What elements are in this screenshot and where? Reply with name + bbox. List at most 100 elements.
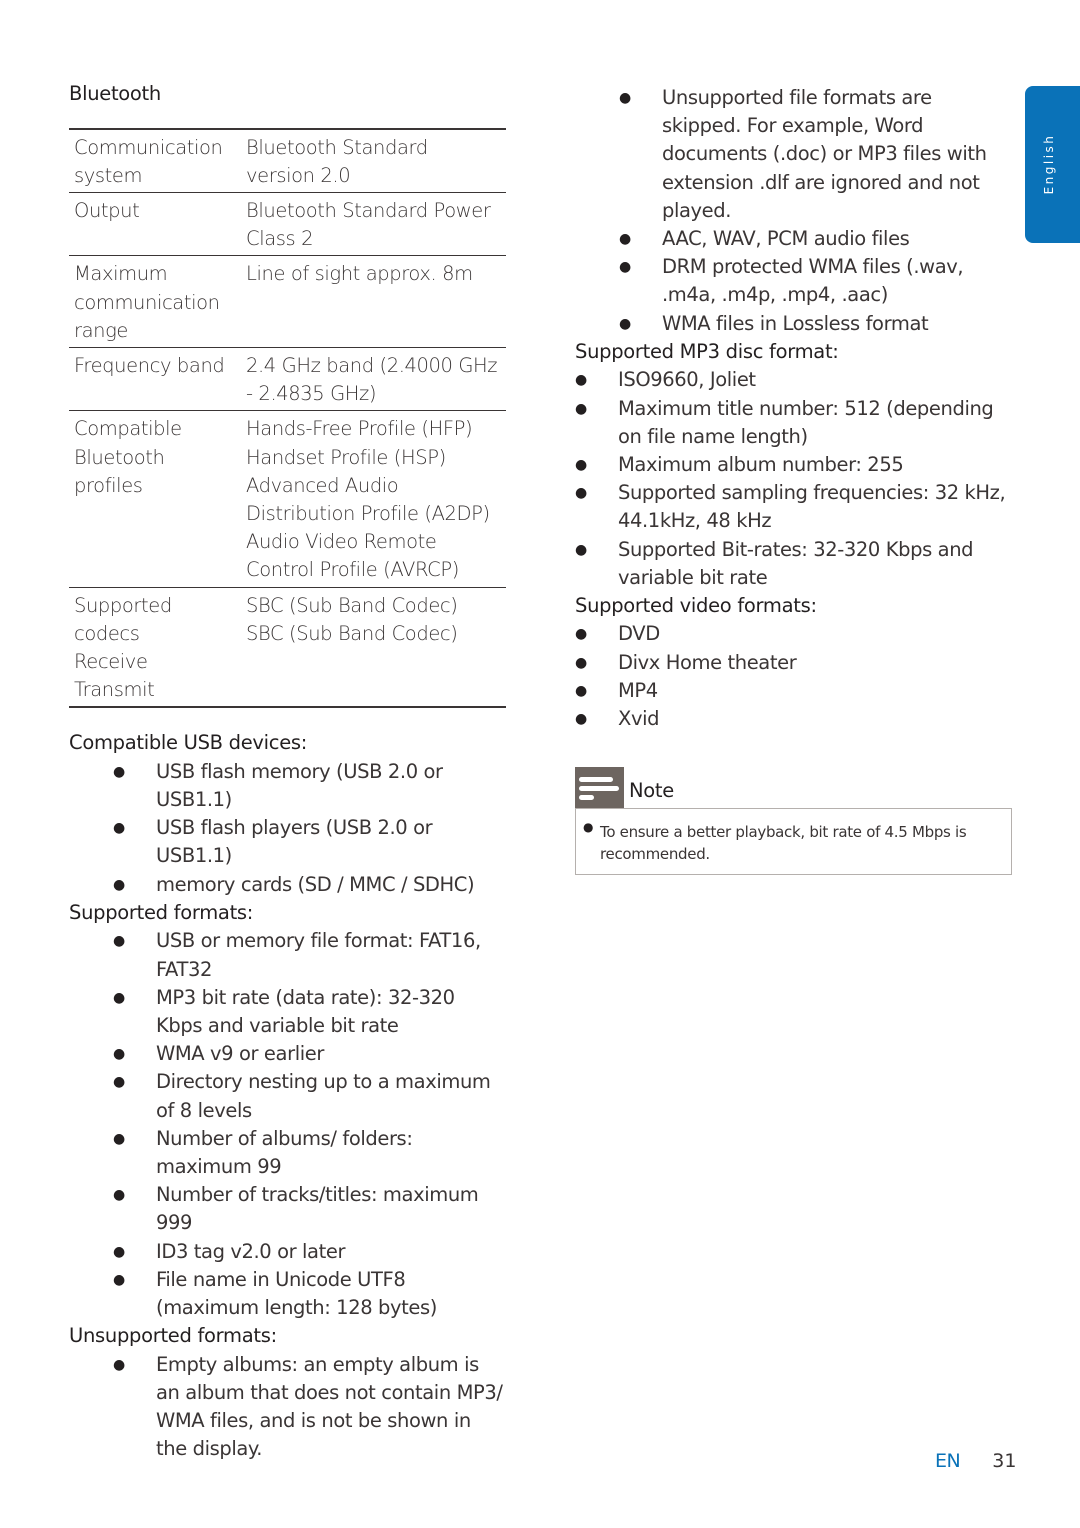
- bullet-icon: ●: [113, 1130, 125, 1147]
- list-item: ● WMA v9 or earlier: [69, 1040, 506, 1068]
- right-column: ● Unsupported file formats are skipped. F…: [575, 84, 1012, 876]
- list-item: ● DRM protected WMA files (.wav, .m4a, .m…: [619, 255, 964, 307]
- unsupported-formats-title: Unsupported formats:: [69, 1324, 277, 1348]
- list-item: ● Maximum album number: 255: [575, 451, 1012, 479]
- left-column: Bluetooth Communication system Bluetooth…: [69, 80, 506, 1464]
- note-box: Note ● To ensure a better playback, bit …: [575, 767, 1012, 876]
- table-row: Compatible Bluetooth profiles Hands-Free…: [69, 411, 506, 588]
- table-row: Frequency band 2.4 GHz band (2.4000 GHz …: [69, 347, 506, 411]
- list-item: ● MP3 bit rate (data rate): 32-320 Kbps a…: [113, 985, 455, 1037]
- video-formats-title: Supported video formats:: [575, 593, 817, 617]
- note-header: Note: [575, 767, 1012, 809]
- key-line: Transmit: [74, 678, 155, 702]
- usb-devices-title: Compatible USB devices:: [69, 731, 308, 755]
- profile-line: Audio Video Remote Control Profile (AVRC…: [246, 530, 459, 582]
- bullet-icon: ●: [113, 1271, 125, 1288]
- list-item: ● ISO9660, Joliet: [575, 366, 1012, 394]
- bullet-icon: ●: [575, 400, 587, 417]
- key-line: Receive: [74, 649, 148, 673]
- spec-key: Frequency band: [74, 353, 225, 377]
- codec-line: SBC (Sub Band Codec): [246, 593, 458, 617]
- bullet-icon: ●: [575, 654, 587, 671]
- supported-formats-section: Supported formats: ● USB or memory file f…: [69, 899, 506, 1322]
- spec-key: Maximum communication range: [74, 262, 220, 342]
- usb-devices-section: Compatible USB devices: ● USB flash memor…: [69, 729, 506, 899]
- profile-line: Handset Profile (HSP): [246, 445, 446, 469]
- list-item: ● Supported Bit-rates: 32-320 Kbps and va…: [575, 537, 974, 589]
- bullet-icon: ●: [113, 933, 125, 950]
- video-formats-section: Supported video formats: ● DVD ● Divx Home…: [575, 592, 1012, 733]
- bullet-icon: ●: [619, 315, 631, 332]
- page-footer: EN 31: [935, 1450, 1016, 1472]
- bullet-icon: ●: [113, 820, 125, 837]
- table-row: Output Bluetooth Standard Power Class 2: [69, 192, 506, 256]
- bullet-icon: ●: [575, 485, 587, 502]
- list-item: ● ID3 tag v2.0 or later: [69, 1238, 506, 1266]
- unsupported-formats-list: ● Empty albums: an empty album is an albu…: [69, 1351, 506, 1464]
- bluetooth-spec-table: Communication system Bluetooth Standard …: [69, 127, 506, 709]
- list-item: ● Empty albums: an empty album is an albu…: [113, 1352, 503, 1461]
- bullet-icon: ●: [575, 372, 587, 389]
- bullet-icon: ●: [113, 1187, 125, 1204]
- bullet-icon: ●: [619, 259, 631, 276]
- supported-formats-title: Supported formats:: [69, 900, 254, 924]
- supported-formats-list: ● USB or memory file format: FAT16, FAT32…: [69, 927, 506, 1322]
- note-icon: [575, 767, 624, 809]
- bullet-icon: ●: [113, 1356, 125, 1373]
- list-item: ● USB flash players (USB 2.0 or USB1.1): [113, 816, 433, 868]
- note-text: To ensure a better playback, bit rate of…: [600, 823, 967, 864]
- list-item: ● Divx Home theater: [575, 649, 1012, 677]
- note-body: ● To ensure a better playback, bit rate …: [575, 808, 1012, 876]
- bullet-icon: ●: [575, 711, 587, 728]
- table-row: Maximum communication range Line of sigh…: [69, 256, 506, 348]
- bullet-icon: ●: [583, 820, 594, 835]
- list-item: ● File name in Unicode UTF8 (maximum leng…: [113, 1267, 437, 1320]
- spec-value: 2.4 GHz band (2.4000 GHz - 2.4835 GHz): [246, 353, 498, 406]
- bullet-icon: ●: [113, 763, 125, 780]
- list-item: ● Xvid: [575, 705, 1012, 733]
- spec-value: SBC (Sub Band Codec) SBC (Sub Band Codec…: [241, 587, 506, 707]
- list-item: ● USB or memory file format: FAT16, FAT32: [113, 929, 481, 981]
- bullet-icon: ●: [113, 876, 125, 893]
- mp3-disc-list: ● ISO9660, Joliet ● Maximum title number: …: [575, 366, 1012, 592]
- table-row: Supported codecs Receive Transmit SBC (S…: [69, 587, 506, 708]
- bullet-icon: ●: [113, 1074, 125, 1091]
- spec-key: Communication system: [74, 135, 223, 187]
- bullet-icon: ●: [113, 989, 125, 1006]
- bullet-icon: ●: [575, 682, 587, 699]
- list-item: ● USB flash memory (USB 2.0 or USB1.1): [113, 759, 443, 812]
- list-item: ● Directory nesting up to a maximum of 8 …: [113, 1070, 491, 1122]
- bullet-icon: ●: [113, 1046, 125, 1063]
- unsupported-formats-list-continued: ● Unsupported file formats are skipped. F…: [575, 84, 1012, 338]
- list-item: ● WMA files in Lossless format: [575, 310, 1012, 338]
- table-row: Communication system Bluetooth Standard …: [69, 129, 506, 193]
- list-item: ● Maximum title number: 512 (depending on…: [575, 396, 994, 448]
- list-item: ● AAC, WAV, PCM audio files: [575, 225, 1012, 253]
- list-item: ● Unsupported file formats are skipped. F…: [619, 86, 987, 222]
- video-formats-list: ● DVD ● Divx Home theater ● MP4 ● Xvid: [575, 620, 1012, 733]
- spec-value: Hands-Free Profile (HFP) Handset Profile…: [241, 411, 506, 587]
- bullet-icon: ●: [113, 1243, 125, 1260]
- note-title: Note: [629, 779, 674, 803]
- unsupported-formats-section: Unsupported formats: ● Empty albums: an e…: [69, 1322, 506, 1463]
- bullet-icon: ●: [575, 541, 587, 558]
- list-item: ● Number of albums/ folders: maximum 99: [113, 1126, 413, 1178]
- bullet-icon: ●: [619, 231, 631, 248]
- usb-devices-list: ● USB flash memory (USB 2.0 or USB1.1) ● U…: [69, 758, 506, 899]
- language-tab-label: English: [1042, 133, 1056, 194]
- profile-line: Hands-Free Profile (HFP): [246, 417, 473, 441]
- list-item: ● MP4: [575, 677, 1012, 705]
- spec-key: Output: [74, 198, 140, 222]
- bullet-icon: ●: [575, 626, 587, 643]
- mp3-disc-title: Supported MP3 disc format:: [575, 339, 839, 363]
- list-item: ● memory cards (SD / MMC / SDHC): [69, 871, 506, 899]
- bluetooth-title: Bluetooth: [69, 82, 161, 105]
- bullet-icon: ●: [575, 456, 587, 473]
- bullet-icon: ●: [619, 90, 631, 106]
- spec-value: Line of sight approx. 8m: [246, 262, 473, 286]
- profile-line: Advanced Audio Distribution Profile (A2D…: [246, 473, 490, 525]
- language-tab[interactable]: English: [1025, 86, 1080, 243]
- spec-key: Supported codecs Receive Transmit: [69, 587, 241, 707]
- key-line: Supported codecs: [74, 593, 172, 645]
- mp3-disc-section: Supported MP3 disc format: ● ISO9660, Jol…: [575, 338, 1012, 592]
